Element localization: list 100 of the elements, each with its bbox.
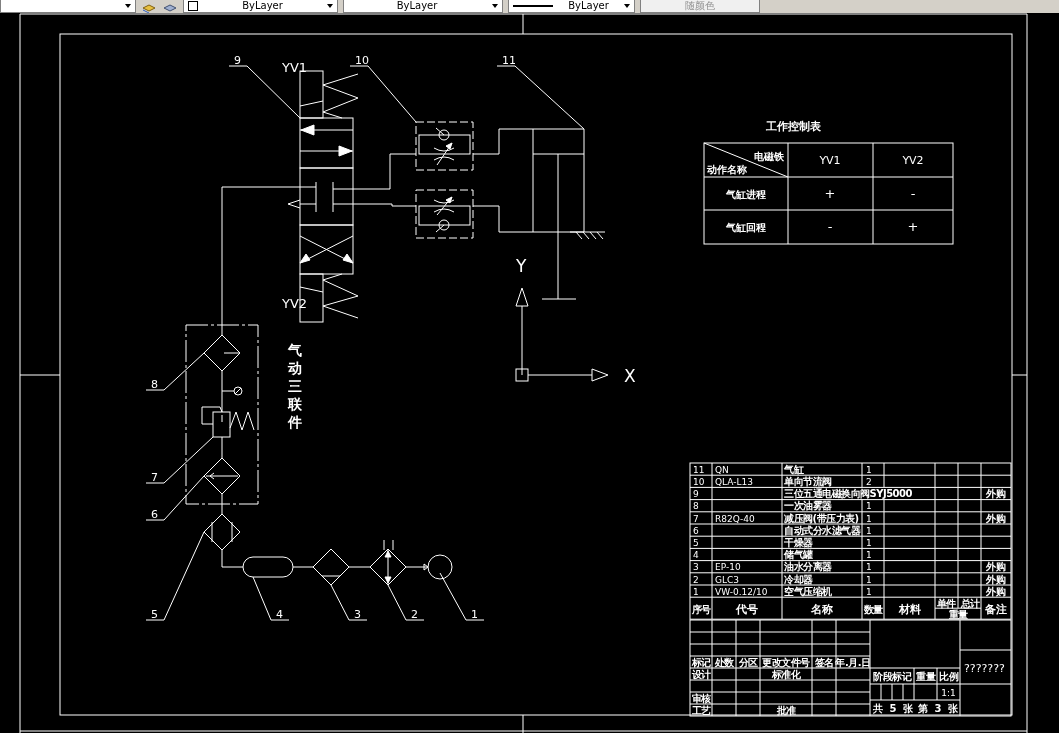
dropdown[interactable]: ByLayer (183, 0, 338, 13)
leader-line (387, 584, 425, 621)
table-cell: 1 (866, 513, 872, 524)
table-cell: 3 (693, 562, 699, 573)
table-cell: 1 (866, 464, 872, 475)
part-number: 7 (151, 471, 158, 484)
table-cell: 减压阀(带压力表) (784, 512, 859, 524)
header-cell: 电磁铁 (754, 151, 784, 162)
table-cell: 冷却器 (784, 573, 813, 585)
table-cell: EP-10 (715, 562, 741, 573)
dropdown[interactable] (0, 0, 136, 13)
part-number: 3 (354, 608, 361, 621)
header-cell: 比例 (939, 671, 958, 682)
dropdown[interactable]: ByLayer (508, 0, 635, 13)
header-cell: 名称 (811, 603, 833, 617)
regulator-symbol (201, 406, 255, 438)
header-cell: 材料 (899, 603, 921, 617)
table-cell: 5 (693, 537, 699, 548)
caret-icon (624, 4, 630, 8)
table-cell: 1 (693, 586, 699, 597)
throttle-valve-symbol (415, 189, 474, 239)
leader-line (330, 584, 368, 621)
solenoid-label: YV1 (282, 60, 308, 75)
table-cell: 三位五通电磁换向阀SYJ5000 (784, 488, 912, 500)
table-cell: 气缸 (784, 463, 803, 475)
table-cell: 1 (866, 537, 872, 548)
header-cell: 签名 (814, 657, 834, 668)
part-number: 4 (276, 608, 283, 621)
table-cell: 外购 (986, 561, 1006, 573)
table-cell: 标准化 (771, 669, 801, 680)
table-cell: 批准 (776, 705, 796, 716)
header-cell: 重量 (948, 609, 968, 621)
table-cell: 10 (693, 476, 705, 487)
table-cell: VW-0.12/10 (715, 586, 768, 597)
sheet-count: 3 (934, 703, 942, 714)
dropdown-value: ByLayer (241, 0, 284, 12)
table-cell: 11 (693, 464, 705, 475)
table-cell: 1 (866, 586, 872, 597)
header-cell: 代号 (736, 603, 758, 617)
part-number: 11 (502, 54, 516, 67)
header-cell: 标记 (691, 657, 711, 668)
table-cell: 自动式分水滤气器 (784, 524, 860, 536)
table-cell: 干燥器 (784, 536, 813, 548)
sheet-count: 张 (948, 703, 958, 714)
header-cell: 年.月.日 (835, 657, 871, 668)
compressor-symbol (423, 554, 453, 580)
part-number: 1 (471, 608, 478, 621)
table-cell: - (910, 186, 916, 201)
table-cell: 油水分离器 (784, 561, 832, 573)
leader-line (145, 436, 214, 484)
header-cell: 序号 (691, 604, 711, 616)
caret-icon (492, 4, 498, 8)
table-cell: 1 (866, 574, 872, 585)
part-number: 6 (151, 508, 158, 521)
caret-icon (327, 4, 333, 8)
table-cell: 1 (866, 550, 872, 561)
table-cell: 2 (693, 574, 699, 585)
leader-line (145, 352, 205, 391)
pressure-gauge-icon (221, 386, 243, 396)
table-cell: 1 (866, 525, 872, 536)
table-cell: 外购 (986, 512, 1006, 524)
separator-symbol (312, 548, 350, 586)
table-cell: 设计 (691, 669, 711, 680)
axis-label: X (624, 366, 636, 386)
table-cell: 气缸回程 (726, 222, 766, 233)
table-cell: QN (715, 464, 729, 475)
part-number: 8 (151, 378, 158, 391)
header-cell: 单件 (936, 598, 956, 610)
table-cell: 外购 (986, 488, 1006, 500)
table-cell: 外购 (986, 573, 1006, 585)
table-cell: 审核 (691, 693, 711, 704)
table-cell: 1 (866, 501, 872, 512)
dropdown-value: ByLayer (567, 0, 610, 12)
table-cell: 单向节流阀 (784, 475, 832, 487)
header-cell: 重量 (916, 671, 935, 682)
table-cell: - (827, 219, 833, 234)
lubricator-symbol (203, 334, 241, 372)
header-cell: 处数 (714, 657, 734, 668)
part-number: 5 (151, 608, 158, 621)
dropdown[interactable]: ByLayer (343, 0, 503, 13)
table-cell: QLA-L13 (715, 476, 753, 487)
leader-line (145, 475, 205, 521)
unit-label: 气动三联件 (288, 342, 302, 430)
part-number: 9 (234, 54, 241, 67)
tank-symbol (242, 556, 294, 578)
header-cell: 分区 (738, 657, 758, 668)
table-cell: 9 (693, 489, 699, 500)
sheet-count: 第 (918, 703, 928, 714)
dropdown-value: 随颜色 (684, 0, 716, 12)
drawing-name: ??????? (964, 662, 1005, 675)
header-cell: 动作名称 (707, 164, 747, 175)
table-cell: 2 (866, 476, 872, 487)
table-cell: 1:1 (941, 688, 956, 698)
solenoid-label: YV2 (282, 296, 308, 311)
sheet-count: 共 (873, 703, 883, 714)
table-cell: 工艺 (691, 705, 711, 716)
filter-symbol (203, 457, 241, 495)
table-title: 工作控制表 (766, 120, 821, 133)
table-cell: 气缸进程 (726, 189, 766, 200)
header-cell: 阶段标记 (873, 671, 911, 682)
